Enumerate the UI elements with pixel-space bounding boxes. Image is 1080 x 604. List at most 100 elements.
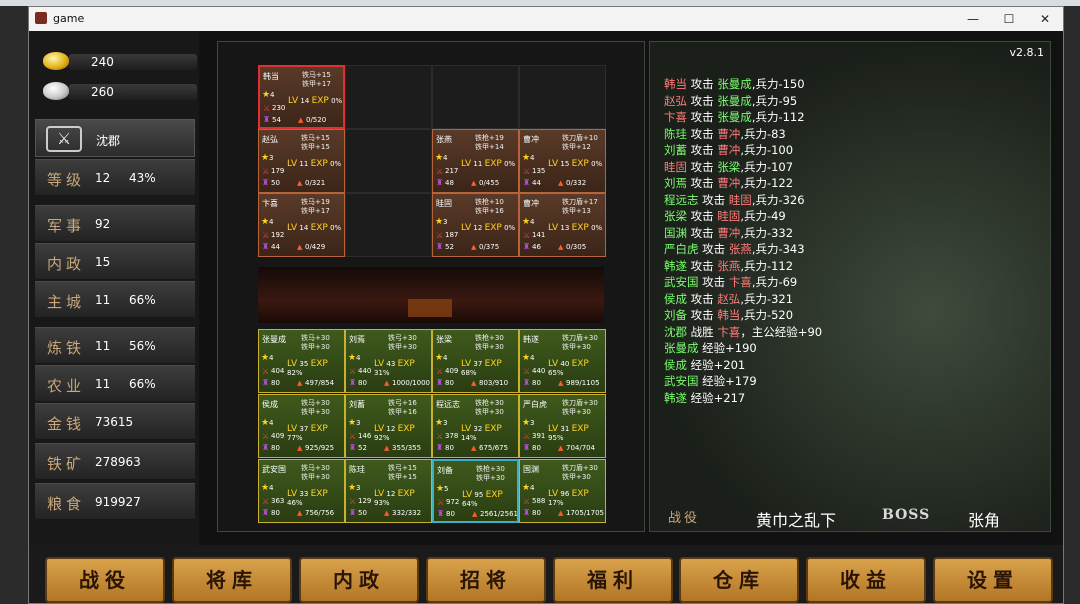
level-exp: LV 40 EXP 65% [548,359,605,377]
troops-value: 675/675 [479,444,509,452]
stat-row: 粮食 919927 [35,483,195,519]
log-line: 张曼成 经验+190 [664,340,1044,357]
ally-general-card[interactable]: 陈珪 铁弓+15 铁甲+15 ★ 3 LV 12 EXP 93% ⚔ 129 ♜ 50 ▲ 332/3… [345,459,432,523]
general-name: 国渊 [523,465,539,474]
star-icon: ★ [348,483,357,493]
defense-value: 80 [358,379,367,387]
log-target: 张曼成 [717,93,752,108]
troops-value: 0/305 [566,243,587,251]
enemy-general-card[interactable]: 曹冲 铁刀盾+10 铁甲+12 ★ 4 LV 15 EXP 0% ⚔ 135 ♜ 44 ▲ 0/332 [519,129,606,193]
exp-value: 64% [462,500,478,508]
ally-general-card[interactable]: 刘备 铁枪+30 铁甲+30 ★ 5 LV 95 EXP 64% ⚔ 972 ♜ 80 ▲ 2561/… [432,459,519,523]
ally-general-card[interactable]: 国渊 铁刀盾+30 铁甲+30 ★ 4 LV 96 EXP 17% ⚔ 588 ♜ 80 ▲ 1705… [519,459,606,523]
star-icon: ★ [435,217,444,227]
ally-general-card[interactable]: 张梁 铁枪+30 铁甲+30 ★ 4 LV 37 EXP 68% ⚔ 409 ♜ 80 ▲ 803/9… [432,329,519,393]
recruit-button[interactable]: 招将 [426,557,546,603]
exp-value: 14% [461,434,477,442]
battle-info-bar: 战役 黄巾之乱下 BOSS 张角 [650,501,1050,531]
log-target: 韩当 [717,308,741,322]
enemy-general-card[interactable]: 卞喜 铁马+19 铁甲+17 ★ 4 LV 14 EXP 0% ⚔ 192 ♜ 44 ▲ 0/429 [258,193,345,257]
game-window: game — ☐ ✕ 240 260 ⚔ 沈郡 等级 12 43% 军事 92 内政 15 主… [28,6,1064,604]
attack-value: 588 [532,497,546,505]
ally-general-card[interactable]: 刘焉 铁弓+30 铁甲+30 ★ 4 LV 43 EXP 31% ⚔ 440 ♜ 80 ▲ 1000/… [345,329,432,393]
ally-general-card[interactable]: 武安国 铁马+30 铁甲+30 ★ 4 LV 33 EXP 46% ⚔ 363 ♜ 80 ▲ 756/… [258,459,345,523]
boss-name: 张角 [968,511,1001,530]
armor-icon: ♜ [262,178,270,187]
internal-affairs-button[interactable]: 内政 [299,557,419,603]
armor-text: 铁甲+12 [562,143,591,151]
enemy-general-card[interactable]: 韩当 铁马+15 铁甲+17 ★ 4 LV 14 EXP 0% ⚔ 230 ♜ 54 ▲ 0/520 [258,65,345,129]
star-count: 4 [530,218,535,226]
log-result: ,兵力-95 [751,93,798,108]
log-line: 侯成 攻击 赵弘,兵力-321 [664,291,1044,308]
armor-icon: ♜ [263,115,271,124]
board-slot [345,193,432,257]
log-target: 曹冲 [717,225,741,240]
ally-general-card[interactable]: 严白虎 铁刀盾+30 铁甲+30 ★ 3 LV 31 EXP 95% ⚔ 391 ♜ 80 ▲ 704… [519,394,606,458]
warehouse-button[interactable]: 仓库 [679,557,799,603]
log-line: 国渊 攻击 曹冲,兵力-332 [664,225,1044,242]
enemy-general-card[interactable]: 赵弘 铁马+15 铁甲+15 ★ 3 LV 11 EXP 0% ⚔ 179 ♜ 50 ▲ 0/321 [258,129,345,193]
troops-value: 332/332 [392,509,422,517]
log-result: ,兵力-100 [740,143,794,157]
ally-general-card[interactable]: 程远志 铁枪+30 铁甲+30 ★ 3 LV 32 EXP 14% ⚔ 378 ♜ 80 ▲ 675/… [432,394,519,458]
ally-general-card[interactable]: 刘蓄 铁弓+16 铁甲+16 ★ 3 LV 12 EXP 92% ⚔ 146 ♜ 52 ▲ 355/3… [345,394,432,458]
armor-text: 铁甲+30 [562,343,591,351]
log-action: 经验+217 [687,390,746,405]
lv-label: LV [287,424,298,434]
armor-icon: ♜ [349,378,357,387]
defense-value: 54 [272,116,281,124]
minimize-button[interactable]: — [955,9,991,29]
general-library-button[interactable]: 将库 [172,557,292,603]
armor-icon: ♜ [436,378,444,387]
troops-icon: ▲ [471,243,477,251]
log-line: 程远志 攻击 眭固,兵力-326 [664,192,1044,209]
general-name: 赵弘 [262,135,278,144]
defense-value: 44 [532,179,541,187]
stat-row: 金钱 73615 [35,403,195,439]
log-actor: 武安国 [664,374,699,388]
close-button[interactable]: ✕ [1027,9,1063,29]
exp-label: EXP [310,159,328,169]
level-exp: LV 14 EXP 0% [288,96,342,106]
log-actor: 严白虎 [664,242,699,256]
troops-icon: ▲ [384,509,390,517]
maximize-button[interactable]: ☐ [991,9,1027,29]
enemy-general-card[interactable]: 曹冲 铁刀盾+17 铁甲+13 ★ 4 LV 13 EXP 0% ⚔ 141 ♜ 46 ▲ 0/305 [519,193,606,257]
sword-icon: ⚔ [262,367,270,376]
general-name: 陈珪 [349,465,365,474]
log-actor: 侯成 [664,291,687,306]
log-result: ,兵力-122 [740,176,794,190]
sword-icon: ⚔ [263,104,271,113]
log-actor: 赵弘 [664,93,687,108]
ally-general-card[interactable]: 韩遂 铁刀盾+30 铁甲+30 ★ 4 LV 40 EXP 65% ⚔ 440 ♜ 80 ▲ 989/… [519,329,606,393]
star-icon: ★ [261,483,270,493]
enemy-general-card[interactable]: 眭固 铁枪+10 铁甲+16 ★ 3 LV 12 EXP 0% ⚔ 187 ♜ 52 ▲ 0/375 [432,193,519,257]
log-result: ,兵力-321 [740,291,794,306]
campaign-button[interactable]: 战役 [45,557,165,603]
defense-value: 80 [445,444,454,452]
star-icon: ★ [261,153,270,163]
enemy-general-card[interactable]: 张燕 铁枪+19 铁甲+14 ★ 4 LV 11 EXP 0% ⚔ 217 ♜ 48 ▲ 0/455 [432,129,519,193]
lord-badge[interactable]: ⚔ 沈郡 [35,119,195,157]
exp-value: 17% [548,499,564,507]
log-actor: 武安国 [664,275,699,289]
settings-button[interactable]: 设置 [933,557,1053,603]
level-value: 40 [560,360,570,368]
attack-value: 141 [532,231,546,239]
general-name: 程远志 [436,400,460,409]
star-count: 3 [356,419,361,427]
troops-value: 0/520 [306,116,327,124]
ally-general-card[interactable]: 张曼成 铁马+30 铁甲+30 ★ 4 LV 35 EXP 82% ⚔ 404 ♜ 80 ▲ 497/… [258,329,345,393]
ally-general-card[interactable]: 侯成 铁马+30 铁甲+30 ★ 4 LV 37 EXP 77% ⚔ 409 ♜ 80 ▲ 925/9… [258,394,345,458]
welfare-button[interactable]: 福利 [553,557,673,603]
log-result: ,兵力-107 [740,159,794,174]
exp-value: 77% [287,434,303,442]
log-line: 武安国 攻击 卞喜,兵力-69 [664,274,1044,291]
sword-icon: ⚔ [523,367,531,376]
income-button[interactable]: 收益 [806,557,926,603]
troops-icon: ▲ [558,379,564,387]
level-exp: LV 14 EXP 0% [287,223,341,233]
general-name: 刘焉 [349,335,365,344]
stat-row: 炼铁 11 56% [35,327,195,363]
